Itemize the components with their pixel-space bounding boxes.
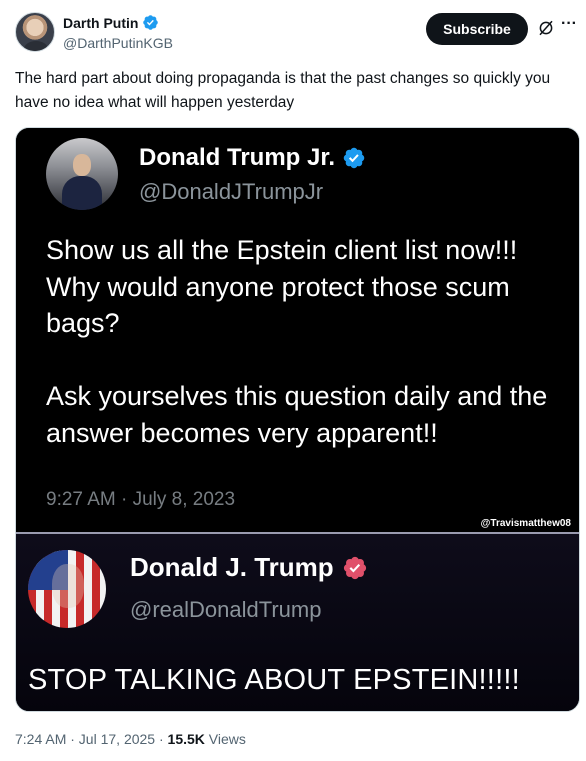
grok-icon[interactable] — [537, 19, 555, 37]
embedded-author-handle: @DonaldJTrumpJr — [139, 179, 324, 204]
verified-badge-icon — [343, 147, 365, 169]
post-text: The hard part about doing propaganda is … — [15, 70, 551, 111]
watermark: @Travismatthew08 — [480, 518, 571, 529]
embedded-post-text: STOP TALKING ABOUT EPSTEIN!!!!! — [28, 664, 520, 696]
author-name-row[interactable]: Darth Putin — [63, 14, 159, 31]
subscribe-button[interactable]: Subscribe — [426, 13, 528, 45]
post-metadata: 7:24 AM · Jul 17, 2025 · 15.5K Views — [15, 731, 246, 747]
author-avatar[interactable] — [15, 12, 55, 52]
views-label: Views — [204, 731, 246, 747]
author-handle[interactable]: @DarthPutinKGB — [63, 35, 173, 51]
more-icon[interactable]: ··· — [561, 16, 583, 39]
embedded-author-name: Donald J. Trump — [130, 552, 334, 582]
embedded-author-name-row: Donald Trump Jr. — [139, 144, 366, 172]
embedded-author-avatar — [28, 550, 106, 628]
embedded-author-name-row: Donald J. Trump — [130, 552, 368, 583]
screenshot-lower-panel: Donald J. Trump @realDonaldTrump STOP TA… — [16, 532, 579, 711]
author-name[interactable]: Darth Putin — [63, 15, 138, 31]
post-timestamp[interactable]: 7:24 AM · Jul 17, 2025 · — [15, 731, 168, 747]
embedded-author-avatar — [46, 138, 118, 210]
embedded-author-name: Donald Trump Jr. — [139, 144, 336, 171]
verified-badge-icon — [143, 15, 159, 30]
embedded-post-timestamp: 9:27 AM · July 8, 2023 — [46, 489, 236, 510]
post-header: Darth Putin @DarthPutinKGB Subscribe ··· — [0, 0, 586, 64]
embedded-author-handle: @realDonaldTrump — [130, 597, 322, 622]
views-count[interactable]: 15.5K — [168, 731, 205, 747]
verified-badge-icon — [343, 556, 366, 579]
post-media[interactable]: Donald Trump Jr. @DonaldJTrumpJr Show us… — [15, 127, 580, 712]
screenshot-upper-panel: Donald Trump Jr. @DonaldJTrumpJr Show us… — [16, 128, 579, 532]
embedded-post-text: Show us all the Epstein client list now!… — [46, 235, 548, 448]
